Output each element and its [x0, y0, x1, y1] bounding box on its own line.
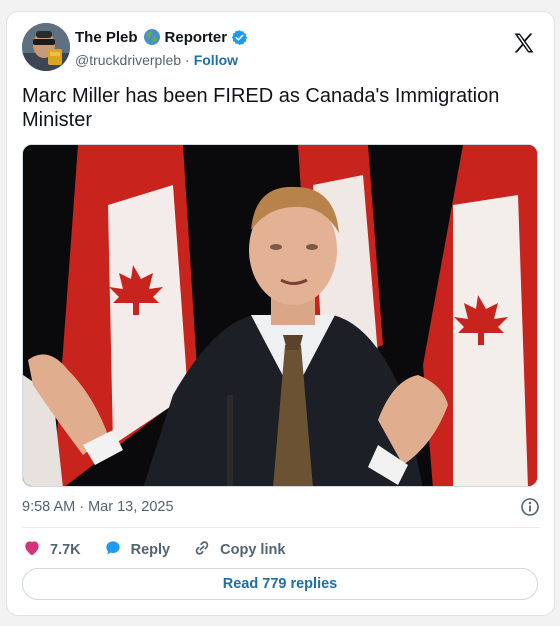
author-handle[interactable]: @truckdriverpleb	[75, 52, 181, 68]
reply-button[interactable]: Reply	[103, 538, 171, 562]
reply-bubble-icon	[103, 538, 131, 562]
timestamp-row: 9:58 AM · Mar 13, 2025	[22, 496, 540, 518]
separator-dot: ·	[185, 52, 190, 68]
tweet-photo[interactable]	[22, 144, 538, 487]
x-logo-icon[interactable]	[512, 31, 536, 55]
tweet-text: Marc Miller has been FIRED as Canada's I…	[22, 85, 500, 131]
action-bar: 7.7K Reply Copy link	[22, 536, 307, 564]
link-icon	[192, 538, 220, 562]
read-replies-button[interactable]: Read 779 replies	[22, 568, 538, 600]
author-name-second[interactable]: Reporter	[165, 29, 228, 46]
like-count: 7.7K	[50, 542, 81, 558]
handle-row: @truckdriverpleb · Follow	[75, 50, 248, 70]
copy-link-label: Copy link	[220, 542, 286, 558]
copy-link-button[interactable]: Copy link	[192, 538, 285, 562]
like-button[interactable]: 7.7K	[22, 538, 81, 562]
tweet-card: The Pleb Reporter @truckdriverpleb · Fol…	[6, 11, 555, 616]
heart-icon	[22, 538, 50, 562]
tweet-timestamp[interactable]: 9:58 AM · Mar 13, 2025	[22, 499, 174, 515]
avatar[interactable]	[22, 23, 70, 71]
globe-icon	[143, 28, 161, 46]
verified-badge-icon	[231, 29, 248, 46]
author-name[interactable]: The Pleb	[75, 29, 138, 46]
follow-button[interactable]: Follow	[194, 52, 238, 68]
info-icon[interactable]	[520, 497, 540, 517]
author-name-row: The Pleb Reporter	[75, 27, 248, 47]
author-block: The Pleb Reporter @truckdriverpleb · Fol…	[75, 27, 248, 70]
divider	[22, 527, 540, 528]
tweet-header: The Pleb Reporter @truckdriverpleb · Fol…	[22, 23, 540, 73]
reply-label: Reply	[130, 542, 171, 558]
